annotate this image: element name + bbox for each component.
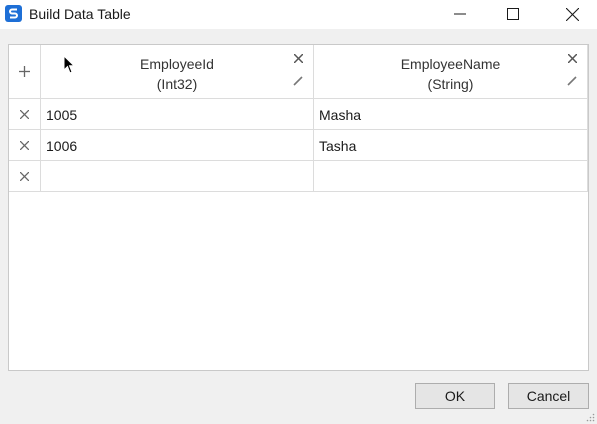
table-cell[interactable]: Tasha	[314, 130, 588, 161]
column-name: EmployeeName	[400, 56, 501, 72]
maximize-icon	[507, 8, 519, 20]
mouse-cursor-icon	[63, 55, 76, 74]
data-table: EmployeeId (Int32) EmployeeName (String)…	[8, 44, 589, 371]
column-name: EmployeeId	[140, 56, 214, 72]
remove-column-icon[interactable]	[568, 54, 577, 63]
plus-icon	[19, 66, 30, 77]
remove-row-button[interactable]	[9, 130, 41, 161]
table-cell[interactable]: 1005	[41, 99, 314, 130]
column-header-employeename: EmployeeName (String)	[314, 45, 588, 99]
add-column-button[interactable]	[9, 45, 41, 99]
pencil-icon[interactable]	[567, 76, 577, 86]
cell-value: Masha	[319, 107, 362, 123]
cancel-button[interactable]: Cancel	[508, 383, 589, 409]
minimize-icon	[454, 13, 466, 15]
remove-icon	[20, 172, 29, 181]
close-window-button[interactable]	[549, 0, 595, 29]
pencil-icon[interactable]	[293, 76, 303, 86]
column-header-employeeid: EmployeeId (Int32)	[41, 45, 314, 99]
maximize-button[interactable]	[490, 0, 536, 29]
cell-value: 1006	[46, 138, 78, 154]
table-cell[interactable]: Masha	[314, 99, 588, 130]
app-logo-icon	[5, 5, 22, 22]
ok-button[interactable]: OK	[415, 383, 495, 409]
table-cell[interactable]: 1006	[41, 130, 314, 161]
remove-row-button[interactable]	[9, 99, 41, 130]
table-cell[interactable]	[41, 161, 314, 192]
remove-icon	[20, 110, 29, 119]
minimize-button[interactable]	[437, 0, 483, 29]
remove-icon	[20, 141, 29, 150]
window-title: Build Data Table	[29, 6, 131, 22]
close-icon	[566, 8, 579, 21]
remove-column-icon[interactable]	[294, 54, 303, 63]
table-cell[interactable]	[314, 161, 588, 192]
column-type: (String)	[427, 76, 474, 92]
cell-value: 1005	[46, 107, 78, 123]
column-type: (Int32)	[156, 76, 198, 92]
title-bar: Build Data Table	[0, 0, 597, 29]
cell-value: Tasha	[319, 138, 357, 154]
resize-grip-icon[interactable]	[586, 413, 595, 422]
remove-row-button[interactable]	[9, 161, 41, 192]
